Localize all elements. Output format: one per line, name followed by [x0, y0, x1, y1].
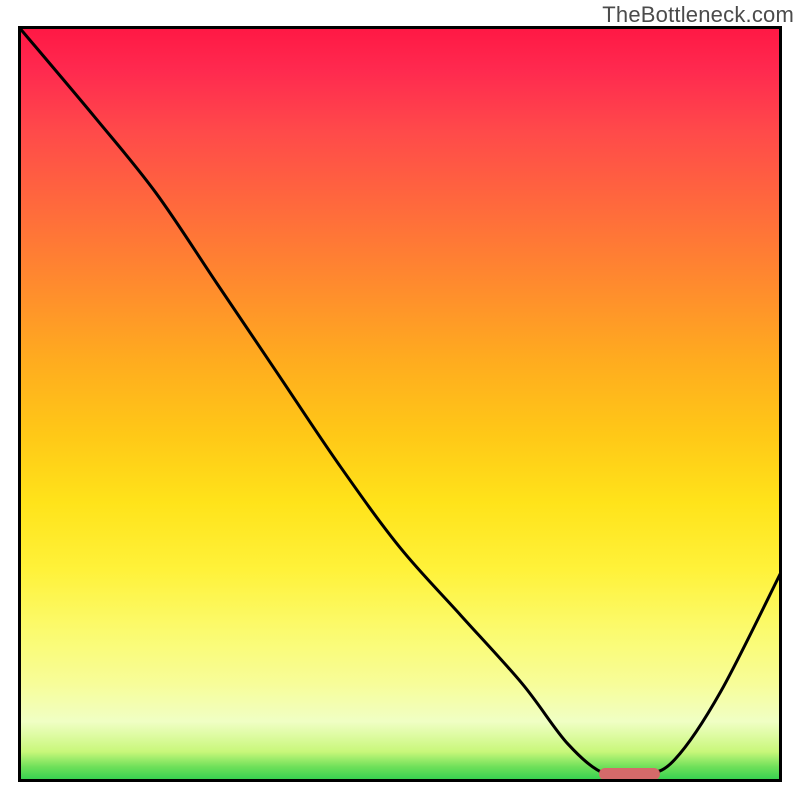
- optimal-range-marker: [599, 768, 660, 780]
- bottleneck-curve: [18, 26, 782, 782]
- watermark-text: TheBottleneck.com: [602, 2, 794, 28]
- plot-area: [18, 26, 782, 782]
- chart-container: TheBottleneck.com: [0, 0, 800, 800]
